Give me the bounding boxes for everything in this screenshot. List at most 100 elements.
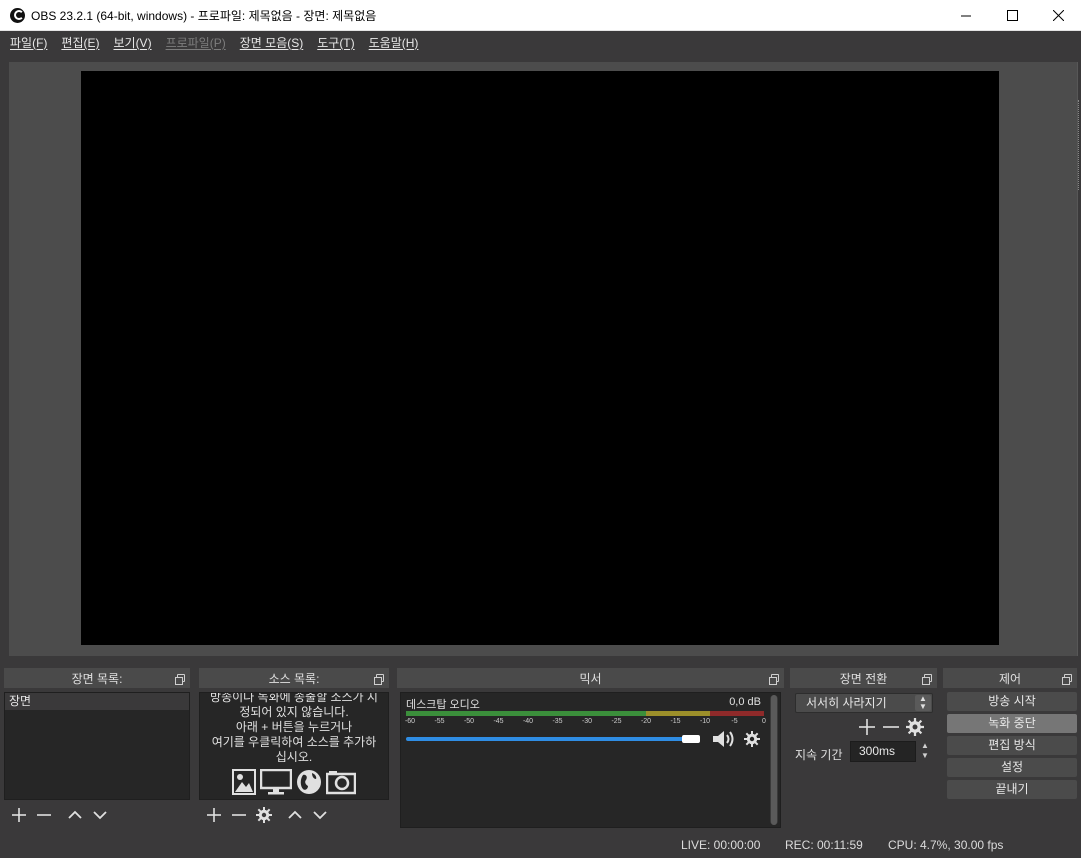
display-icon — [260, 769, 292, 795]
source-list[interactable]: 방송이나 녹화에 송출할 소스가 지 정되어 있지 않습니다. 아래 + 버튼을… — [199, 692, 389, 800]
transitions-dock-body: 서서히 사라지기 ▲ ▼ 지속 기간 300ms ▲ ▼ — [790, 692, 937, 828]
minimize-icon — [960, 15, 971, 16]
settings-button[interactable]: 설정 — [947, 758, 1077, 777]
scene-list-item[interactable]: 장면 — [5, 693, 189, 710]
controls-dock-header: 제어 — [943, 668, 1077, 688]
preview-canvas[interactable] — [81, 71, 999, 645]
menu-view[interactable]: 보기(V) — [106, 34, 158, 51]
audio-source-name: 데스크탑 오디오 — [406, 699, 480, 711]
move-scene-up-button[interactable] — [64, 804, 86, 826]
hint-line: 십시오. — [275, 750, 313, 764]
sources-dock-title: 소스 목록: — [268, 671, 320, 686]
meter-scale: -60 -55 -50 -45 -40 -35 -30 -25 -20 -15 -10 -5 0 — [405, 718, 766, 727]
undock-icon[interactable] — [1062, 674, 1072, 685]
studio-mode-button[interactable]: 편집 방식 — [947, 736, 1077, 755]
menu-profile[interactable]: 프로파일(P) — [159, 34, 233, 51]
mixer-channel: 데스크탑 오디오 0,0 dB -60 -55 -50 -45 -40 -35 -30 -25… — [400, 692, 781, 828]
move-source-up-button[interactable] — [284, 804, 306, 826]
remove-scene-button[interactable] — [33, 804, 55, 826]
audio-level-db: 0,0 dB — [729, 696, 761, 708]
add-source-button[interactable] — [203, 804, 225, 826]
maximize-button[interactable] — [989, 0, 1035, 30]
move-source-down-button[interactable] — [309, 804, 331, 826]
gear-icon[interactable] — [744, 731, 760, 747]
undock-icon[interactable] — [922, 674, 932, 685]
menu-edit[interactable]: 편집(E) — [54, 34, 106, 51]
start-streaming-button[interactable]: 방송 시작 — [947, 692, 1077, 711]
window-controls — [943, 0, 1081, 31]
maximize-icon — [1006, 9, 1018, 21]
window-title: OBS 23.2.1 (64-bit, windows) - 프로파일: 제목없… — [31, 8, 377, 23]
remove-source-button[interactable] — [228, 804, 250, 826]
meter-tick-label: -35 — [552, 718, 563, 725]
transitions-dock-title: 장면 전환 — [839, 671, 888, 686]
minimize-button[interactable] — [943, 0, 989, 30]
menu-help[interactable]: 도움말(H) — [362, 34, 426, 51]
meter-yellow-zone — [646, 711, 710, 716]
meter-tick-label: -50 — [463, 718, 475, 725]
duration-stepper[interactable]: ▲ ▼ — [918, 741, 932, 763]
empty-sources-hint: 방송이나 녹화에 송출할 소스가 지 정되어 있지 않습니다. 아래 + 버튼을… — [200, 692, 388, 765]
close-button[interactable] — [1035, 0, 1081, 30]
add-icon[interactable] — [858, 718, 876, 736]
meter-tick-label: -40 — [522, 718, 534, 725]
browser-globe-icon — [297, 770, 321, 794]
close-icon — [1052, 9, 1064, 21]
transitions-dock: 장면 전환 서서히 사라지기 ▲ ▼ 지속 기간 300ms ▲ ▼ — [790, 668, 937, 828]
hint-line: 여기를 우클릭하여 소스를 추가하 — [211, 735, 377, 749]
hint-line: 방송이나 녹화에 송출할 소스가 지 — [210, 692, 378, 704]
meter-green-zone — [406, 711, 646, 716]
duration-label: 지속 기간 — [795, 748, 843, 762]
preview-area — [9, 62, 1078, 656]
meter-tick-label: -25 — [611, 718, 622, 725]
transition-select-value: 서서히 사라지기 — [806, 696, 887, 710]
stop-recording-button[interactable]: 녹화 중단 — [947, 714, 1077, 733]
gear-icon — [256, 807, 272, 823]
undock-icon[interactable] — [769, 674, 779, 685]
add-scene-button[interactable] — [8, 804, 30, 826]
cpu-status: CPU: 4.7%, 30.00 fps — [888, 838, 1004, 852]
mixer-scrollbar[interactable] — [770, 695, 778, 825]
speaker-icon[interactable] — [712, 729, 736, 749]
obs-logo-icon — [10, 7, 25, 23]
add-icon — [12, 808, 26, 822]
undock-icon[interactable] — [374, 674, 384, 685]
remove-icon[interactable] — [882, 718, 900, 736]
image-icon — [232, 769, 256, 795]
select-arrows-icon: ▲ ▼ — [915, 695, 931, 711]
source-type-icons — [200, 769, 388, 795]
move-down-icon — [93, 811, 107, 820]
duration-input[interactable]: 300ms — [850, 741, 916, 762]
volume-meter — [406, 711, 764, 716]
menu-tools[interactable]: 도구(T) — [310, 34, 361, 51]
volume-slider-track[interactable] — [406, 737, 696, 741]
sources-dock-header: 소스 목록: — [199, 668, 389, 688]
scene-list[interactable]: 장면 — [4, 692, 190, 800]
gear-icon[interactable] — [906, 718, 924, 736]
move-up-icon — [288, 810, 302, 819]
scenes-dock-title: 장면 목록: — [71, 671, 123, 686]
meter-tick-label: 0 — [762, 718, 766, 725]
hint-line: 정되어 있지 않습니다. — [239, 705, 349, 719]
controls-dock-title: 제어 — [998, 671, 1022, 686]
mixer-dock-header: 믹서 — [397, 668, 784, 688]
mixer-dock-title: 믹서 — [579, 671, 602, 686]
live-status: LIVE: 00:00:00 — [681, 838, 761, 852]
volume-slider-handle[interactable] — [682, 735, 700, 743]
meter-tick-label: -15 — [670, 718, 681, 725]
menu-scene-collection[interactable]: 장면 모음(S) — [233, 34, 311, 51]
menu-file[interactable]: 파일(F) — [3, 34, 54, 51]
camera-icon — [326, 771, 356, 795]
hint-line: 아래 + 버튼을 누르거나 — [235, 720, 353, 734]
move-up-icon — [68, 810, 82, 819]
exit-button[interactable]: 끝내기 — [947, 780, 1077, 799]
meter-tick-label: -10 — [699, 718, 711, 725]
meter-tick-label: -45 — [493, 718, 504, 725]
move-scene-down-button[interactable] — [89, 804, 111, 826]
undock-icon[interactable] — [175, 674, 185, 685]
source-properties-button[interactable] — [253, 804, 275, 826]
transition-select[interactable]: 서서히 사라지기 ▲ ▼ — [795, 693, 933, 713]
mixer-dock: 믹서 데스크탑 오디오 0,0 dB -60 -55 -50 -45 -40 -35 -30… — [397, 668, 784, 828]
sources-dock-body: 방송이나 녹화에 송출할 소스가 지 정되어 있지 않습니다. 아래 + 버튼을… — [199, 692, 389, 828]
title-bar: OBS 23.2.1 (64-bit, windows) - 프로파일: 제목없… — [0, 0, 1081, 31]
